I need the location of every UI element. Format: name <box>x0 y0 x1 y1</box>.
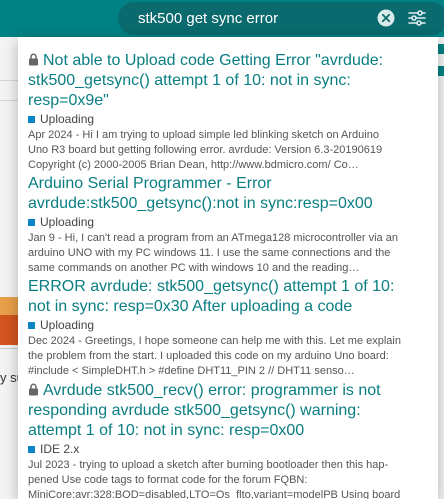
background-mark <box>438 44 444 54</box>
search-results-panel: Not able to Upload code Getting Error "a… <box>18 37 438 499</box>
header-bar <box>0 0 444 37</box>
search-result[interactable]: ERROR avrdude: stk500_getsync() attempt … <box>28 277 430 379</box>
result-blurb: Dec 2024 - Greetings, I hope someone can… <box>28 335 401 377</box>
search-result[interactable]: Not able to Upload code Getting Error "a… <box>28 51 430 173</box>
category-color-icon <box>28 321 35 329</box>
result-category[interactable]: IDE 2.x <box>28 442 430 456</box>
search-result[interactable]: Arduino Serial Programmer - Error avrdud… <box>28 174 430 276</box>
background-page-right <box>438 37 444 499</box>
background-mark <box>438 66 444 76</box>
result-blurb: Jan 9 - Hi, I can't read a program from … <box>28 232 398 274</box>
result-category[interactable]: Uploading <box>28 318 430 332</box>
result-title[interactable]: Not able to Upload code Getting Error "a… <box>28 51 430 111</box>
background-divider <box>0 100 18 101</box>
lock-icon <box>29 383 38 396</box>
result-blurb: Apr 2024 - Hi I am trying to upload simp… <box>28 129 383 171</box>
search-input[interactable] <box>138 6 358 30</box>
result-title[interactable]: Avrdude stk500_recv() error: programmer … <box>28 381 430 441</box>
search-result[interactable]: Avrdude stk500_recv() error: programmer … <box>28 381 430 499</box>
background-banner <box>0 315 18 345</box>
background-divider <box>0 80 18 81</box>
category-color-icon <box>28 115 35 123</box>
result-title[interactable]: ERROR avrdude: stk500_getsync() attempt … <box>28 277 430 317</box>
category-color-icon <box>28 218 35 226</box>
background-divider <box>0 348 18 349</box>
background-page <box>0 37 18 499</box>
result-category[interactable]: Uploading <box>28 215 430 229</box>
result-title[interactable]: Arduino Serial Programmer - Error avrdud… <box>28 174 430 214</box>
close-icon[interactable] <box>377 9 395 27</box>
result-category[interactable]: Uploading <box>28 112 430 126</box>
sliders-icon[interactable] <box>407 8 427 28</box>
category-color-icon <box>28 445 35 453</box>
result-blurb: Jul 2023 - trying to upload a sketch aft… <box>28 459 401 499</box>
background-banner <box>0 297 18 315</box>
lock-icon <box>29 53 38 66</box>
